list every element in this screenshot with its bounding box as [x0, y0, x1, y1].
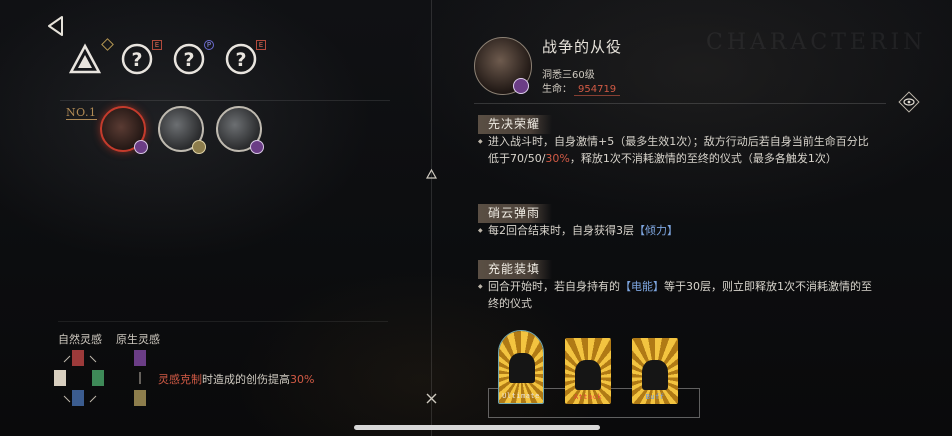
back-arrow-icon[interactable]	[44, 14, 68, 38]
attribute-tag-e-1: E	[152, 40, 162, 50]
energy-keyword-link[interactable]: 【电能】	[620, 280, 664, 293]
attribute-tag-e-2: E	[256, 40, 266, 50]
enemy-slot-3[interactable]	[216, 106, 264, 154]
divider	[474, 103, 886, 104]
divider	[58, 321, 388, 322]
skill-desc-1: 进入战斗时，自身激情+5（最多生效1次）；敌方行动后若自身当前生命百分比低于70…	[478, 133, 878, 167]
enemy-slot-1[interactable]	[100, 106, 148, 154]
svg-text:?: ?	[235, 49, 246, 71]
buff-keyword-link[interactable]: 【倾力】	[634, 224, 678, 237]
boss-level: 洞悉三60级	[542, 70, 595, 81]
card-ultimate[interactable]: Ultimate	[498, 330, 544, 404]
center-divider	[431, 0, 432, 436]
skill-desc-3-a: 回合开始时，若自身持有的	[488, 280, 620, 293]
home-indicator[interactable]	[354, 425, 600, 430]
skill-cards: Ultimate Attack Buff	[488, 328, 700, 420]
team-number: NO.1	[66, 106, 97, 120]
inspiration-labels: 自然灵感 原生灵感	[58, 331, 160, 347]
card-ultimate-label: Ultimate	[502, 392, 540, 400]
svg-text:?: ?	[131, 49, 142, 71]
native-inspiration-label: 原生灵感	[116, 333, 160, 346]
skill-title-1: 先决荣耀	[478, 115, 553, 134]
skill-desc-2-a: 每2回合结束时，自身获得3层	[488, 224, 634, 237]
inspiration-cycle-icon[interactable]	[50, 348, 120, 410]
boss-hp: 生命： 954719	[542, 80, 621, 96]
card-attack[interactable]: Attack	[565, 338, 611, 404]
background-watermark: CHARACTERIN	[706, 30, 927, 55]
natural-inspiration-label: 自然灵感	[58, 333, 102, 346]
card-buff-label: Buff	[645, 393, 665, 401]
inspiration-note: 灵感克制时造成的创伤提高30%	[158, 371, 314, 387]
enemy-slot-2[interactable]	[158, 106, 206, 154]
close-icon[interactable]	[425, 392, 438, 405]
boss-hp-value: 954719	[574, 84, 621, 96]
skill-desc-3: 回合开始时，若自身持有的【电能】等于30层，则立即释放1次不消耗激情的至终的仪式	[478, 278, 878, 312]
gun-icon	[575, 360, 601, 390]
attribute-unknown-icon-3[interactable]: ? E	[224, 40, 266, 76]
card-attack-label: Attack	[573, 393, 603, 401]
skill-desc-2-body: 每2回合结束时，自身获得3层【倾力】	[478, 222, 878, 239]
attribute-tag-p: P	[204, 40, 214, 50]
inspiration-note-text: 时造成的创伤提高	[202, 373, 290, 386]
inspiration-counter-term: 灵感克制	[158, 373, 202, 386]
native-inspiration-icon	[513, 78, 529, 94]
native-inspiration-icon	[134, 140, 148, 154]
triangle-up-icon	[425, 168, 438, 179]
enemy-attribute-icons: ? E ? P ? E	[68, 38, 266, 76]
boss-hp-label: 生命：	[542, 84, 572, 95]
skill-title-3: 充能装填	[478, 260, 553, 279]
divider	[60, 100, 390, 101]
skill-desc-2: 每2回合结束时，自身获得3层【倾力】	[478, 222, 878, 239]
skill-title-2: 硝云弹雨	[478, 204, 553, 223]
mountain-inspiration-icon	[192, 140, 206, 154]
boss-portrait	[474, 37, 532, 95]
svg-text:?: ?	[183, 49, 194, 71]
skill-desc-1-red: 30%	[545, 152, 570, 165]
skill-desc-1-b: ，释放1次不消耗激情的至终的仪式（最多各触发1次）	[569, 152, 837, 165]
team-number-label: NO.1	[66, 106, 97, 120]
eye-icon[interactable]	[898, 91, 920, 113]
native-inspiration-icon	[250, 140, 264, 154]
attribute-mountain-icon[interactable]	[68, 38, 114, 76]
inspiration-note-value: 30%	[290, 373, 315, 386]
native-inspiration-chain-icon	[134, 350, 146, 406]
boss-name: 战争的从役	[542, 38, 623, 56]
tank-icon	[509, 353, 535, 383]
attribute-unknown-icon-1[interactable]: ? E	[120, 40, 162, 76]
attribute-unknown-icon-2[interactable]: ? P	[172, 40, 214, 76]
card-buff[interactable]: Buff	[632, 338, 678, 404]
skill-desc-1-body: 进入战斗时，自身激情+5（最多生效1次）；敌方行动后若自身当前生命百分比低于70…	[478, 133, 878, 167]
figure-icon	[642, 360, 668, 390]
skill-desc-3-body: 回合开始时，若自身持有的【电能】等于30层，则立即释放1次不消耗激情的至终的仪式	[478, 278, 878, 312]
